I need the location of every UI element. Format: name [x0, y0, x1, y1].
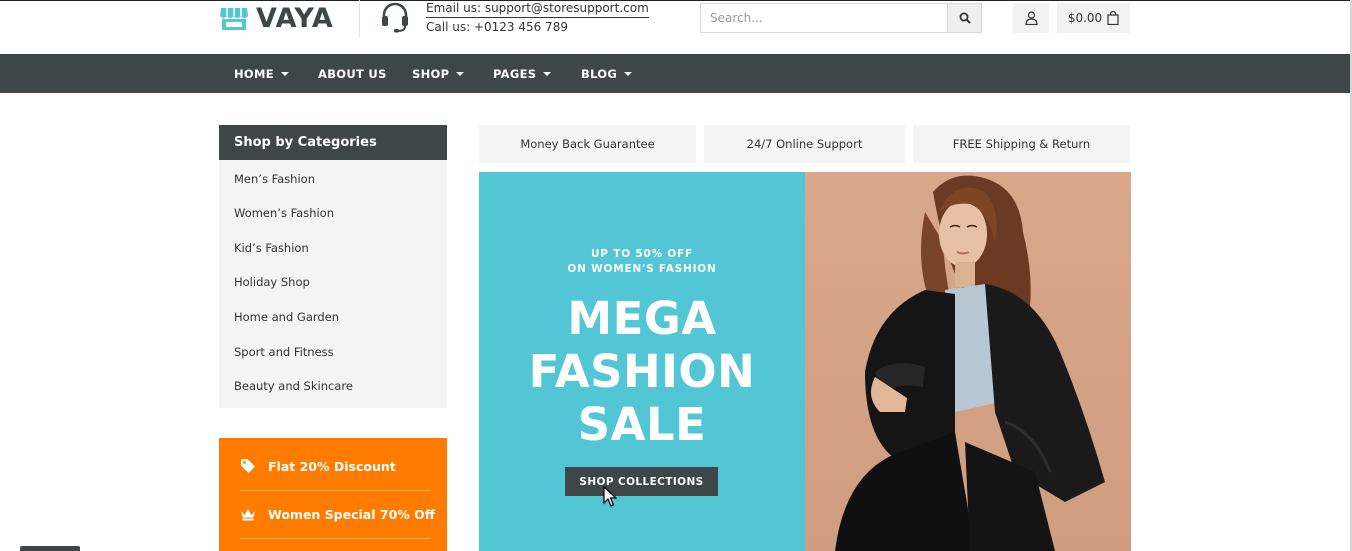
feature-free-shipping: FREE Shipping & Return [913, 125, 1130, 163]
nav-shop[interactable]: SHOP [412, 54, 465, 93]
search-input[interactable] [700, 3, 947, 33]
nav-home[interactable]: HOME [234, 54, 289, 93]
hero-title-line: SALE [577, 398, 707, 451]
support-phone: Call us: +0123 456 789 [426, 20, 568, 34]
cart-button[interactable]: $0.00 [1057, 3, 1130, 33]
category-sidebar: Shop by Categories Men’s Fashion Women’s… [219, 125, 447, 408]
nav-shop-label: SHOP [412, 66, 450, 81]
site-logo[interactable]: VAYA [219, 2, 334, 34]
hero-subtitle-line: UP TO 50% OFF [590, 248, 694, 260]
category-item[interactable]: Home and Garden [234, 310, 339, 324]
category-item[interactable]: Kid’s Fashion [234, 241, 309, 255]
support-email[interactable]: Email us: support@storesupport.com [426, 0, 649, 18]
category-item[interactable]: Holiday Shop [234, 275, 310, 289]
logo-text: VAYA [256, 2, 334, 34]
main-navigation: HOME ABOUT US SHOP PAGES BLOG [0, 54, 1350, 93]
tag-icon [239, 458, 257, 474]
hero-title-line: MEGA [567, 292, 717, 345]
promo-divider [239, 538, 431, 539]
shop-collections-button[interactable]: SHOP COLLECTIONS [565, 467, 718, 496]
hero-subtitle-line: ON WOMEN'S FASHION [567, 263, 717, 275]
header-divider [359, 0, 360, 38]
promo-label: Women Special 70% Off [268, 506, 435, 522]
category-item[interactable]: Men’s Fashion [234, 172, 315, 186]
headset-icon [382, 2, 408, 33]
window-top-border [0, 0, 1352, 1]
caret-down-icon [280, 71, 289, 76]
caret-down-icon [624, 71, 633, 76]
search-button[interactable] [947, 3, 982, 33]
caret-down-icon [456, 71, 465, 76]
category-item[interactable]: Beauty and Skincare [234, 379, 353, 393]
promo-flat-discount[interactable]: Flat 20% Discount [239, 458, 396, 474]
corner-widget [20, 546, 80, 551]
nav-about-us-label: ABOUT US [318, 66, 387, 81]
hero-banner: UP TO 50% OFF ON WOMEN'S FASHION MEGA FA… [479, 172, 805, 551]
shopping-bag-icon [1107, 11, 1119, 25]
nav-blog[interactable]: BLOG [581, 54, 633, 93]
feature-money-back: Money Back Guarantee [479, 125, 696, 163]
hero-title-line: FASHION [528, 345, 756, 398]
search-bar [700, 3, 982, 33]
caret-down-icon [543, 71, 552, 76]
nav-blog-label: BLOG [581, 66, 618, 81]
user-icon [1024, 11, 1038, 25]
feature-online-support: 24/7 Online Support [704, 125, 905, 163]
contact-info: Email us: support@storesupport.com Call … [426, 0, 649, 36]
fashion-model-illustration [835, 175, 1105, 551]
hero-title: MEGA FASHION SALE [479, 292, 805, 451]
hero-subtitle: UP TO 50% OFF ON WOMEN'S FASHION [479, 247, 805, 277]
promo-label: Flat 20% Discount [268, 458, 396, 474]
nav-about-us[interactable]: ABOUT US [318, 54, 387, 93]
promo-women-special[interactable]: Women Special 70% Off [239, 506, 435, 522]
hero-model-photo [805, 172, 1131, 551]
cart-total: $0.00 [1067, 11, 1103, 25]
nav-pages[interactable]: PAGES [493, 54, 552, 93]
store-icon [220, 8, 248, 30]
promo-box: Flat 20% Discount Women Special 70% Off [219, 438, 447, 551]
mouse-cursor-icon [603, 486, 617, 507]
nav-home-label: HOME [234, 66, 274, 81]
promo-divider [239, 490, 431, 491]
nav-pages-label: PAGES [493, 66, 537, 81]
account-button[interactable] [1013, 3, 1049, 33]
category-item[interactable]: Women’s Fashion [234, 206, 334, 220]
category-item[interactable]: Sport and Fitness [234, 345, 334, 359]
category-sidebar-title: Shop by Categories [219, 125, 447, 160]
search-icon [959, 12, 971, 24]
crown-icon [239, 506, 257, 522]
